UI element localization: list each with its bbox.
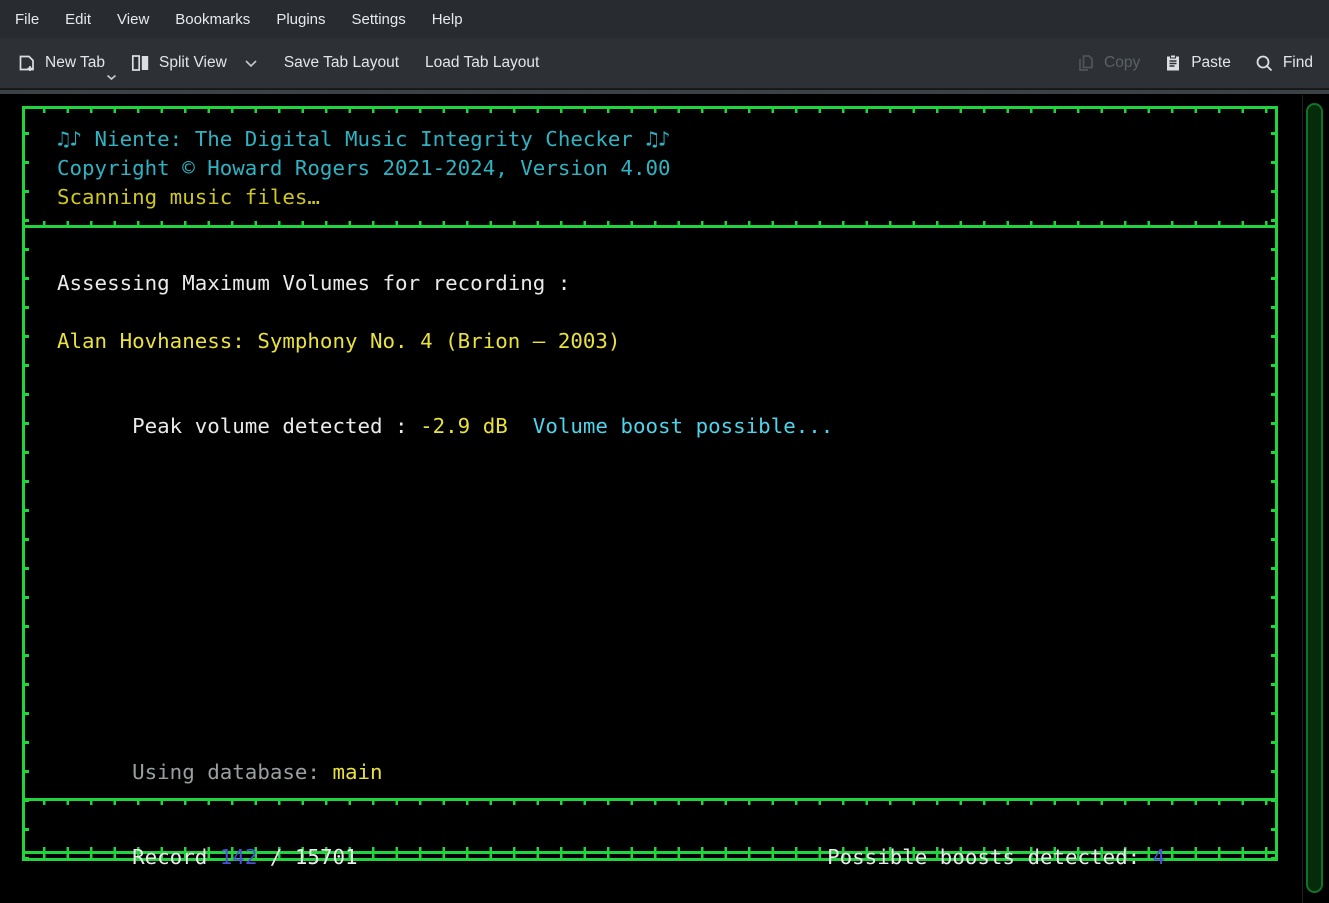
boosts-value: 4: [1153, 845, 1166, 869]
scanning-status: Scanning music files…: [57, 183, 320, 212]
record-separator: /: [257, 845, 295, 869]
toolbar-right-group: Copy Paste: [1077, 54, 1329, 73]
assessing-line: Assessing Maximum Volumes for recording …: [57, 269, 570, 298]
peak-volume-label: Peak volume detected :: [132, 414, 420, 438]
menu-bookmarks[interactable]: Bookmarks: [162, 0, 263, 38]
paste-label: Paste: [1191, 54, 1231, 72]
toolbar: New Tab Split View Save Tab Layo: [0, 38, 1329, 90]
copy-icon: [1077, 54, 1095, 72]
new-tab-button[interactable]: New Tab: [18, 54, 105, 72]
boosts-label: Possible boosts detected:: [827, 845, 1153, 869]
load-tab-layout-label: Load Tab Layout: [425, 54, 539, 72]
recording-title: Alan Hovhaness: Symphony No. 4 (Brion – …: [57, 327, 620, 356]
menu-settings[interactable]: Settings: [339, 0, 419, 38]
menu-view[interactable]: View: [104, 0, 162, 38]
save-tab-layout-button[interactable]: Save Tab Layout: [284, 54, 399, 72]
split-view-label: Split View: [159, 54, 227, 72]
menu-file[interactable]: File: [2, 0, 52, 38]
split-view-button[interactable]: Split View: [131, 54, 258, 72]
split-view-icon: [131, 54, 150, 72]
frame-header-separator: [22, 225, 1278, 228]
record-total: 15701: [295, 845, 358, 869]
menu-bar: File Edit View Bookmarks Plugins Setting…: [0, 0, 1329, 38]
new-tab-icon: [18, 54, 36, 72]
record-label: Record: [132, 845, 220, 869]
copyright-line: Copyright © Howard Rogers 2021-2024, Ver…: [57, 154, 671, 183]
split-view-chevron-icon: [244, 59, 258, 68]
record-current: 142: [220, 845, 258, 869]
peak-volume-value: -2.9 dB: [420, 414, 508, 438]
find-label: Find: [1283, 54, 1313, 72]
copy-label: Copy: [1104, 54, 1140, 72]
menu-plugins[interactable]: Plugins: [263, 0, 338, 38]
paste-icon: [1164, 54, 1182, 72]
menu-help[interactable]: Help: [419, 0, 476, 38]
database-line: Using database: main: [57, 729, 383, 816]
find-icon: [1255, 54, 1274, 73]
database-label: Using database:: [132, 760, 332, 784]
toolbar-terminal-divider: [0, 90, 1329, 94]
find-button[interactable]: Find: [1255, 54, 1313, 73]
new-tab-dropdown-chevron-icon: [106, 74, 117, 81]
record-counter: Record 142 / 15701: [57, 814, 358, 901]
boosts-counter: Possible boosts detected: 4: [752, 814, 1165, 901]
konsole-window: File Edit View Bookmarks Plugins Setting…: [0, 0, 1329, 903]
app-title: ♫♪ Niente: The Digital Music Integrity C…: [57, 125, 671, 154]
database-value: main: [332, 760, 382, 784]
new-tab-label: New Tab: [45, 54, 105, 72]
scrollbar-thumb[interactable]: [1306, 103, 1323, 893]
terminal-screen[interactable]: ♫♪ Niente: The Digital Music Integrity C…: [0, 95, 1329, 903]
save-tab-layout-label: Save Tab Layout: [284, 54, 399, 72]
boost-possible-note: Volume boost possible...: [508, 414, 834, 438]
frame-top-border: [22, 106, 1278, 109]
toolbar-left-group: New Tab Split View Save Tab Layo: [0, 54, 539, 72]
scrollbar-track-divider: [1302, 95, 1303, 903]
copy-button[interactable]: Copy: [1077, 54, 1140, 72]
frame-right-border: [1275, 106, 1278, 861]
peak-volume-line: Peak volume detected : -2.9 dB Volume bo…: [57, 383, 833, 470]
load-tab-layout-button[interactable]: Load Tab Layout: [425, 54, 539, 72]
paste-button[interactable]: Paste: [1164, 54, 1231, 72]
frame-left-border: [22, 106, 25, 861]
menu-edit[interactable]: Edit: [52, 0, 104, 38]
